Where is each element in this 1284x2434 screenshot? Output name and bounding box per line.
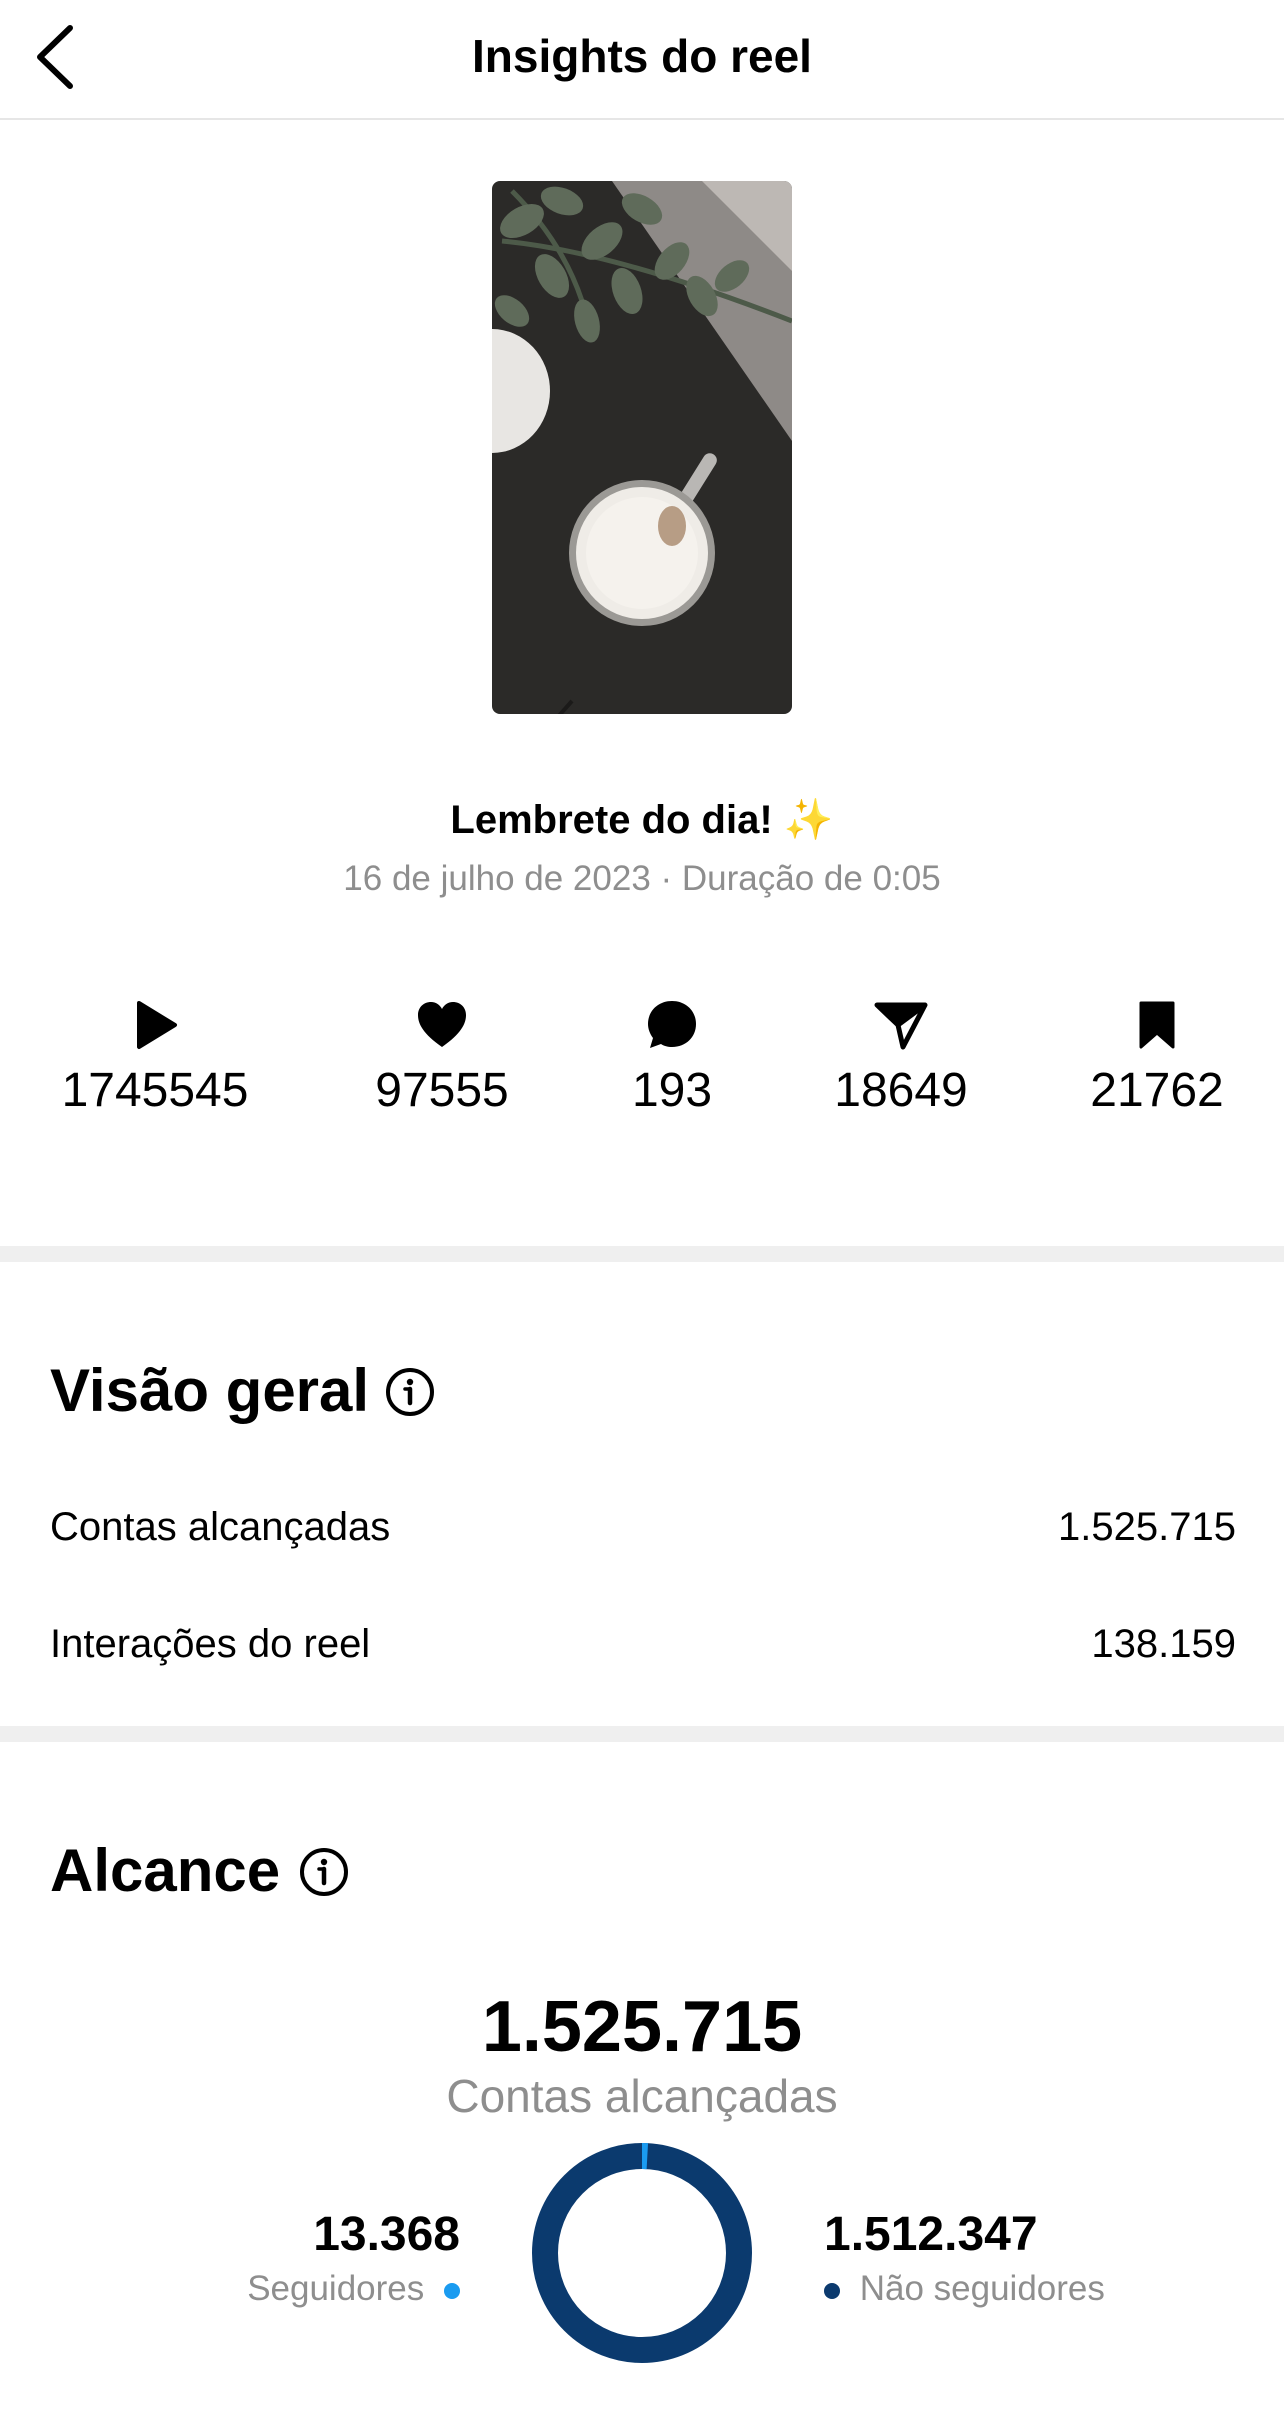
likes-count: 97555 — [375, 1064, 509, 1117]
info-icon[interactable] — [384, 1366, 436, 1418]
top-bar: Insights do reel — [0, 0, 1284, 120]
reach-donut-chart — [532, 2143, 752, 2363]
reel-interactions-label: Interações do reel — [50, 1622, 371, 1666]
shares-count: 18649 — [834, 1064, 968, 1117]
info-icon[interactable] — [298, 1846, 350, 1898]
section-divider — [0, 1246, 1284, 1262]
metric-comments: 193 — [562, 995, 782, 1123]
sparkles-emoji: ✨ — [783, 798, 834, 842]
accounts-reached-value: 1.525.715 — [1058, 1505, 1236, 1549]
metric-saves: 21762 — [1047, 995, 1267, 1123]
play-icon — [137, 1001, 177, 1049]
plays-count: 1745545 — [61, 1064, 249, 1117]
reel-date-duration: 16 de julho de 2023 · Duração de 0:05 — [343, 859, 941, 898]
reel-interactions-value: 138.159 — [1091, 1622, 1236, 1666]
bookmark-icon — [1139, 1001, 1175, 1049]
followers-legend: 13.368 Seguidores — [247, 2205, 460, 2313]
metric-shares: 18649 — [791, 995, 1011, 1123]
reach-total: 1.525.715 — [481, 1987, 803, 2067]
share-icon — [874, 1002, 928, 1050]
section-divider — [0, 1726, 1284, 1742]
comment-icon — [648, 1001, 696, 1048]
comments-count: 193 — [631, 1064, 713, 1117]
followers-value: 13.368 — [313, 2208, 460, 2261]
metric-likes: 97555 — [332, 995, 552, 1123]
accounts-reached-label: Contas alcançadas — [50, 1505, 391, 1549]
non-followers-dot — [824, 2282, 840, 2299]
reel-title-text: Lembrete do dia! — [450, 798, 773, 842]
metric-plays: 1745545 — [45, 995, 265, 1123]
followers-dot — [444, 2282, 460, 2299]
non-followers-label: Não seguidores — [859, 2269, 1105, 2308]
non-followers-legend: 1.512.347 Não seguidores — [824, 2205, 1105, 2313]
non-followers-value: 1.512.347 — [824, 2208, 1038, 2261]
followers-label: Seguidores — [247, 2269, 425, 2308]
heart-icon — [418, 1002, 466, 1047]
reel-title: Lembrete do dia! ✨ — [0, 792, 1284, 848]
reach-title: Alcance — [50, 1837, 281, 1904]
overview-title: Visão geral — [50, 1357, 370, 1424]
page-title: Insights do reel — [472, 30, 812, 82]
non-followers-arc — [532, 2143, 752, 2363]
reach-total-label: Contas alcançadas — [446, 2070, 838, 2122]
saves-count: 21762 — [1090, 1064, 1224, 1117]
coffee-cup-image — [492, 181, 792, 714]
reel-thumbnail[interactable] — [492, 181, 792, 714]
